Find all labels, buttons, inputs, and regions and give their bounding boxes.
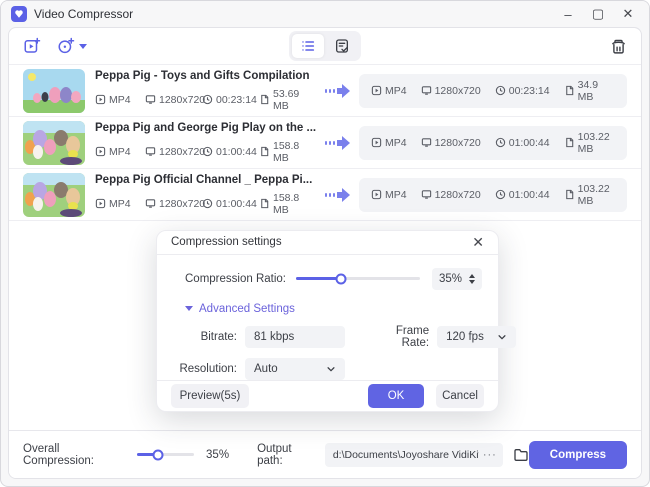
- compress-arrow-icon: [325, 187, 351, 203]
- advanced-settings-toggle[interactable]: Advanced Settings: [185, 303, 482, 315]
- video-title: Peppa Pig and George Pig Play on the ...: [95, 121, 317, 134]
- dialog-header: Compression settings ✕: [157, 231, 498, 255]
- format-icon: [95, 146, 106, 157]
- output-path-input[interactable]: d:\Documents\Joyoshare VidiKit\Video ···: [324, 442, 503, 467]
- add-record-button[interactable]: [57, 37, 87, 55]
- output-path-label: Output path:: [257, 442, 292, 467]
- chevron-down-icon: [79, 43, 87, 49]
- maximize-button[interactable]: ▢: [587, 4, 609, 24]
- compression-ratio-spinner[interactable]: 35%: [431, 267, 482, 290]
- duration-icon: [202, 146, 213, 157]
- compress-arrow-icon: [325, 135, 351, 151]
- list-view-button[interactable]: [292, 34, 324, 58]
- video-thumbnail: [23, 120, 85, 165]
- format-icon: [371, 189, 382, 200]
- compression-ratio-label: Compression Ratio:: [185, 272, 286, 285]
- spinner-arrows-icon[interactable]: [469, 273, 475, 284]
- resolution-icon: [421, 190, 431, 199]
- slider-handle[interactable]: [335, 273, 347, 285]
- close-button[interactable]: ✕: [617, 4, 639, 24]
- source-meta: MP4 1280x720 01:00:44 158.8 MB: [95, 140, 323, 164]
- path-more-button[interactable]: ···: [483, 449, 497, 461]
- window-title: Video Compressor: [34, 7, 134, 21]
- slider-handle[interactable]: [152, 449, 164, 460]
- minimize-button[interactable]: –: [557, 4, 579, 24]
- triangle-down-icon: [185, 306, 193, 312]
- ok-button[interactable]: OK: [368, 383, 424, 408]
- video-row[interactable]: Peppa Pig and George Pig Play on the ...…: [9, 117, 641, 169]
- ratio-value: 35%: [438, 272, 462, 285]
- dialog-close-button[interactable]: ✕: [472, 235, 484, 249]
- duration-icon: [495, 189, 505, 200]
- format-icon: [371, 85, 382, 96]
- size-icon: [261, 94, 269, 105]
- overall-compression-value: 35%: [206, 448, 230, 461]
- compress-button[interactable]: Compress: [528, 440, 627, 469]
- app-logo-icon: [11, 6, 27, 22]
- bitrate-label: Bitrate:: [200, 330, 237, 343]
- source-meta: MP4 1280x720 01:00:44 158.8 MB: [95, 192, 323, 216]
- overall-compression-label: Overall Compression:: [23, 442, 94, 467]
- format-icon: [95, 94, 106, 105]
- format-icon: [371, 137, 382, 148]
- duration-icon: [495, 137, 505, 148]
- dialog-title: Compression settings: [171, 236, 282, 249]
- size-icon: [261, 146, 269, 157]
- framerate-select[interactable]: 120 fps: [437, 325, 517, 348]
- duration-icon: [202, 94, 213, 105]
- toolbar: [9, 28, 641, 65]
- video-title: Peppa Pig Official Channel _ Peppa Pi...: [95, 173, 313, 186]
- app-window: Video Compressor – ▢ ✕ Peppa Pig - Toys …: [0, 0, 650, 487]
- video-thumbnail: [23, 68, 85, 113]
- compression-settings-dialog: Compression settings ✕ Compression Ratio…: [156, 230, 517, 412]
- video-row[interactable]: Peppa Pig Official Channel _ Peppa Pi...…: [9, 169, 641, 221]
- titlebar: Video Compressor – ▢ ✕: [1, 1, 649, 27]
- video-row[interactable]: Peppa Pig - Toys and Gifts Compilation M…: [9, 65, 641, 117]
- task-view-button[interactable]: [326, 34, 358, 58]
- add-video-button[interactable]: [23, 37, 41, 55]
- preview-button[interactable]: Preview(5s): [171, 383, 249, 408]
- size-icon: [565, 189, 573, 200]
- size-icon: [565, 137, 573, 148]
- format-icon: [95, 198, 106, 209]
- video-title: Peppa Pig - Toys and Gifts Compilation: [95, 69, 310, 82]
- bottom-bar: Overall Compression: 35% Output path: d:…: [9, 430, 641, 478]
- size-icon: [565, 85, 573, 96]
- resolution-icon: [145, 95, 156, 104]
- compress-arrow-icon: [325, 83, 351, 99]
- open-folder-button[interactable]: [513, 447, 529, 463]
- delete-all-button[interactable]: [610, 38, 627, 55]
- resolution-icon: [145, 147, 156, 156]
- dialog-footer: Preview(5s) OK Cancel: [157, 379, 498, 411]
- resolution-icon: [145, 199, 156, 208]
- bitrate-input[interactable]: 81 kbps: [245, 325, 345, 348]
- duration-icon: [202, 198, 213, 209]
- overall-compression-slider[interactable]: [137, 449, 195, 460]
- output-meta: MP4 1280x720 00:23:14 34.9 MB: [359, 73, 627, 108]
- video-thumbnail: [23, 172, 85, 217]
- resolution-select[interactable]: Auto: [245, 357, 345, 380]
- resolution-label: Resolution:: [179, 362, 237, 375]
- chevron-down-icon: [327, 366, 335, 372]
- duration-icon: [495, 85, 505, 96]
- output-meta: MP4 1280x720 01:00:44 103.22 MB: [359, 125, 627, 160]
- size-icon: [261, 198, 269, 209]
- resolution-icon: [421, 138, 431, 147]
- compression-ratio-slider[interactable]: [295, 273, 420, 285]
- cancel-button[interactable]: Cancel: [436, 383, 484, 408]
- resolution-icon: [421, 86, 431, 95]
- output-meta: MP4 1280x720 01:00:44 103.22 MB: [359, 177, 627, 212]
- chevron-down-icon: [498, 334, 506, 340]
- source-meta: MP4 1280x720 00:23:14 53.69 MB: [95, 88, 323, 112]
- view-switcher: [289, 31, 361, 61]
- framerate-label: Frame Rate:: [395, 324, 430, 349]
